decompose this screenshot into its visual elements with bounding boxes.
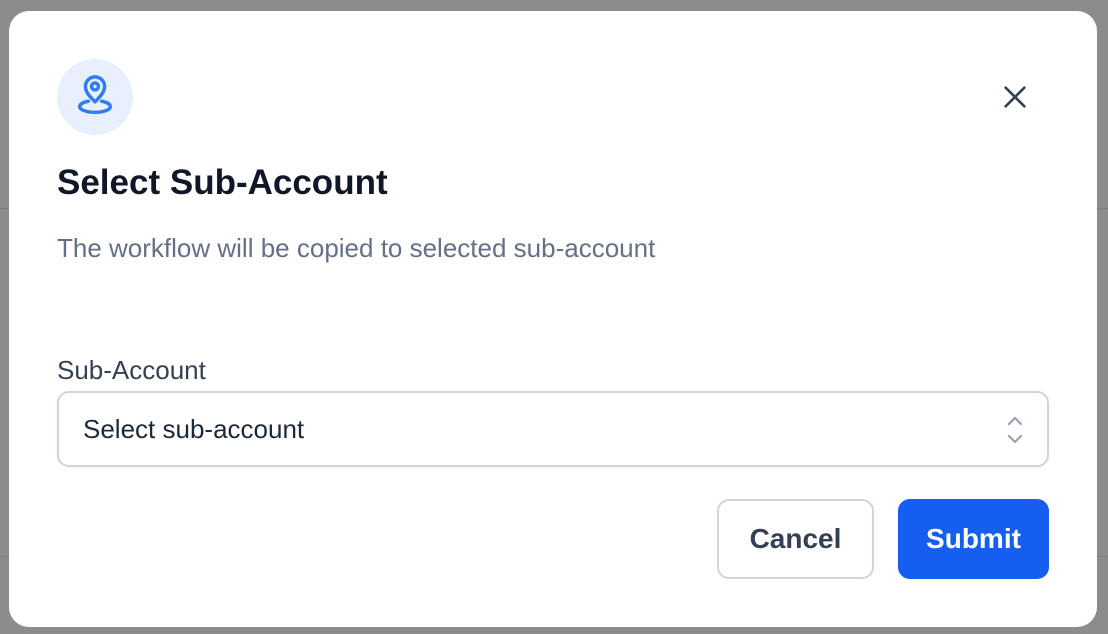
sub-account-label: Sub-Account: [57, 355, 206, 385]
map-pin-icon: [57, 59, 133, 135]
submit-button[interactable]: Submit: [898, 499, 1049, 579]
dialog-title: Select Sub-Account: [57, 163, 388, 202]
cancel-button[interactable]: Cancel: [717, 499, 874, 579]
sub-account-select[interactable]: Select sub-account: [57, 391, 1049, 467]
select-sub-account-dialog: Select Sub-Account The workflow will be …: [9, 11, 1097, 627]
close-button[interactable]: [995, 77, 1035, 117]
sub-account-select-value: Select sub-account: [83, 413, 305, 444]
close-icon: [1004, 86, 1026, 108]
dialog-description: The workflow will be copied to selected …: [57, 233, 656, 263]
chevron-up-down-icon: [1003, 413, 1027, 447]
